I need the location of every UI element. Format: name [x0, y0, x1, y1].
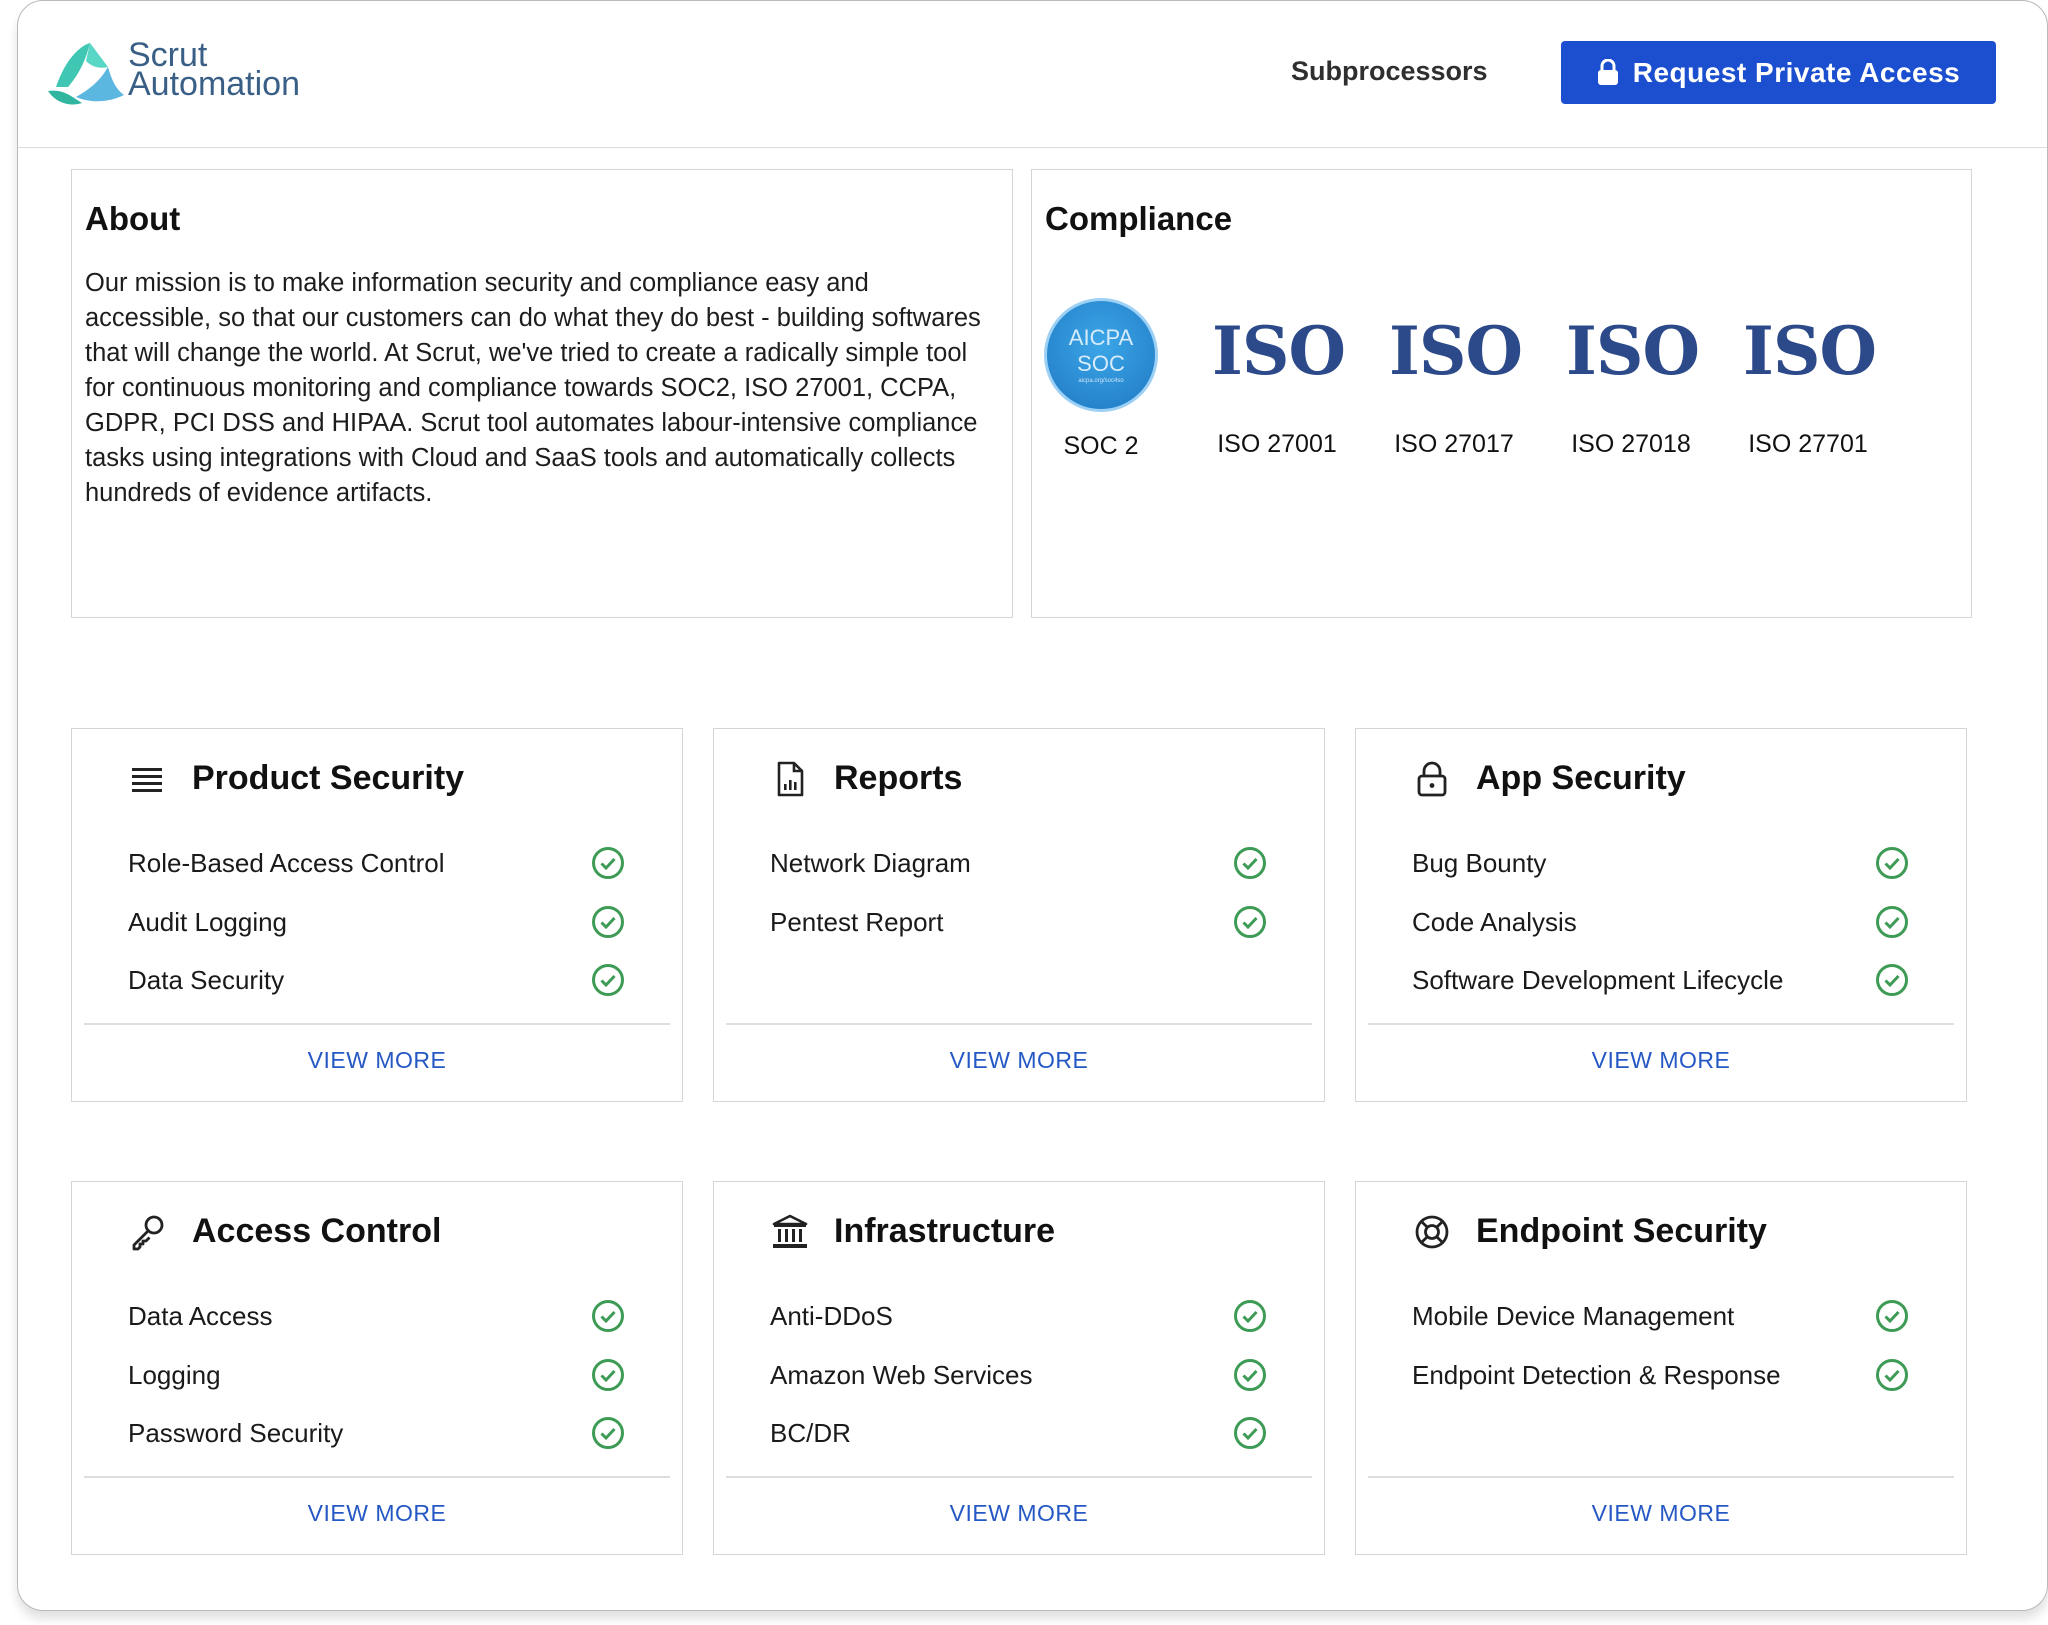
check-circle-icon [592, 847, 624, 879]
card-endpoint-security: Endpoint Security Mobile Device Manageme… [1355, 1181, 1967, 1555]
card-item[interactable]: Data Security [128, 965, 284, 996]
divider [84, 1023, 670, 1025]
check-circle-icon [1234, 1359, 1266, 1391]
cert-iso-27001[interactable]: ISO ISO 27001 [1212, 298, 1346, 459]
soc-badge-line-1: AICPA [1068, 325, 1134, 350]
card-item[interactable]: Data Access [128, 1301, 273, 1332]
lock-icon [1417, 761, 1447, 797]
card-item[interactable]: Anti-DDoS [770, 1301, 893, 1332]
card-item[interactable]: Software Development Lifecycle [1412, 965, 1783, 996]
card-item[interactable]: Amazon Web Services [770, 1360, 1033, 1391]
request-access-label: Request Private Access [1632, 56, 1961, 88]
card-product-security: Product Security Role-Based Access Contr… [71, 728, 683, 1102]
check-circle-icon [1876, 1300, 1908, 1332]
card-item[interactable]: Role-Based Access Control [128, 848, 444, 879]
check-circle-icon [592, 964, 624, 996]
card-title: Endpoint Security [1476, 1212, 1767, 1250]
brand-name[interactable]: Scrut Automation [128, 38, 300, 103]
lifebuoy-icon [1415, 1215, 1449, 1249]
aicpa-soc-badge-icon: AICPA SOC aicpa.org/soc4so [1044, 298, 1158, 412]
card-item[interactable]: Pentest Report [770, 907, 943, 938]
brand-line-2: Automation [128, 65, 300, 103]
check-circle-icon [1876, 964, 1908, 996]
divider [726, 1476, 1312, 1478]
header: Scrut Automation Subprocessors Request P… [18, 1, 2047, 148]
about-text: Our mission is to make information secur… [85, 269, 981, 507]
check-circle-icon [592, 1359, 624, 1391]
cert-label: ISO 27701 [1748, 430, 1868, 458]
view-more-link[interactable]: VIEW MORE [72, 1500, 682, 1527]
view-more-link[interactable]: VIEW MORE [714, 1047, 1324, 1074]
check-circle-icon [1234, 906, 1266, 938]
iso-logo-icon: ISO [1743, 312, 1877, 390]
card-title: Reports [834, 759, 963, 797]
about-title: About [85, 200, 181, 237]
check-circle-icon [592, 906, 624, 938]
key-icon [132, 1215, 164, 1251]
cert-label: SOC 2 [1063, 432, 1139, 460]
about-panel: About Our mission is to make information… [71, 169, 1013, 618]
view-more-link[interactable]: VIEW MORE [72, 1047, 682, 1074]
card-item[interactable]: Mobile Device Management [1412, 1301, 1734, 1332]
divider [1368, 1023, 1954, 1025]
compliance-title: Compliance [1045, 200, 1233, 237]
check-circle-icon [1234, 1417, 1266, 1449]
card-title: Product Security [192, 759, 465, 797]
lock-icon [1597, 59, 1618, 85]
card-item[interactable]: Network Diagram [770, 848, 971, 879]
subprocessors-link[interactable]: Subprocessors [1291, 56, 1488, 87]
iso-logo-icon: ISO [1566, 312, 1700, 390]
card-access-control: Access Control Data Access Logging Passw… [71, 1181, 683, 1555]
card-item[interactable]: Password Security [128, 1418, 343, 1449]
view-more-link[interactable]: VIEW MORE [714, 1500, 1324, 1527]
divider [84, 1476, 670, 1478]
card-item[interactable]: BC/DR [770, 1418, 851, 1449]
check-circle-icon [592, 1300, 624, 1332]
card-item[interactable]: Logging [128, 1360, 221, 1391]
cert-iso-27018[interactable]: ISO ISO 27018 [1566, 298, 1700, 459]
card-title: Infrastructure [834, 1212, 1056, 1250]
iso-logo-icon: ISO [1389, 312, 1523, 390]
building-icon [772, 1214, 808, 1248]
divider [726, 1023, 1312, 1025]
card-title: App Security [1476, 759, 1686, 797]
cert-iso-27017[interactable]: ISO ISO 27017 [1389, 298, 1523, 459]
soc-badge-small: aicpa.org/soc4so [1078, 378, 1124, 384]
scrut-logo-icon[interactable] [46, 37, 126, 109]
report-file-icon [777, 761, 804, 797]
check-circle-icon [592, 1417, 624, 1449]
card-title: Access Control [192, 1212, 442, 1250]
card-infrastructure: Infrastructure Anti-DDoS Amazon Web Serv… [713, 1181, 1325, 1555]
cert-label: ISO 27001 [1217, 430, 1337, 458]
browser-window: Scrut Automation Subprocessors Request P… [17, 0, 2048, 1611]
card-item[interactable]: Endpoint Detection & Response [1412, 1360, 1781, 1391]
check-circle-icon [1876, 847, 1908, 879]
card-reports: Reports Network Diagram Pentest Report V… [713, 728, 1325, 1102]
card-item[interactable]: Audit Logging [128, 907, 287, 938]
cert-soc2[interactable]: AICPA SOC aicpa.org/soc4so SOC 2 [1036, 298, 1166, 461]
divider [1368, 1476, 1954, 1478]
view-more-link[interactable]: VIEW MORE [1356, 1500, 1966, 1527]
check-circle-icon [1234, 847, 1266, 879]
compliance-panel: Compliance AICPA SOC aicpa.org/soc4so SO… [1031, 169, 1972, 618]
check-circle-icon [1234, 1300, 1266, 1332]
cert-label: ISO 27018 [1571, 430, 1691, 458]
card-item[interactable]: Code Analysis [1412, 907, 1577, 938]
cert-label: ISO 27017 [1394, 430, 1514, 458]
soc-badge-line-2: SOC [1077, 351, 1125, 376]
check-circle-icon [1876, 1359, 1908, 1391]
cert-iso-27701[interactable]: ISO ISO 27701 [1743, 298, 1877, 459]
card-app-security: App Security Bug Bounty Code Analysis So… [1355, 728, 1967, 1102]
check-circle-icon [1876, 906, 1908, 938]
view-more-link[interactable]: VIEW MORE [1356, 1047, 1966, 1074]
card-item[interactable]: Bug Bounty [1412, 848, 1546, 879]
iso-logo-icon: ISO [1212, 312, 1346, 390]
request-access-button[interactable]: Request Private Access [1561, 41, 1996, 104]
list-icon [132, 768, 162, 792]
